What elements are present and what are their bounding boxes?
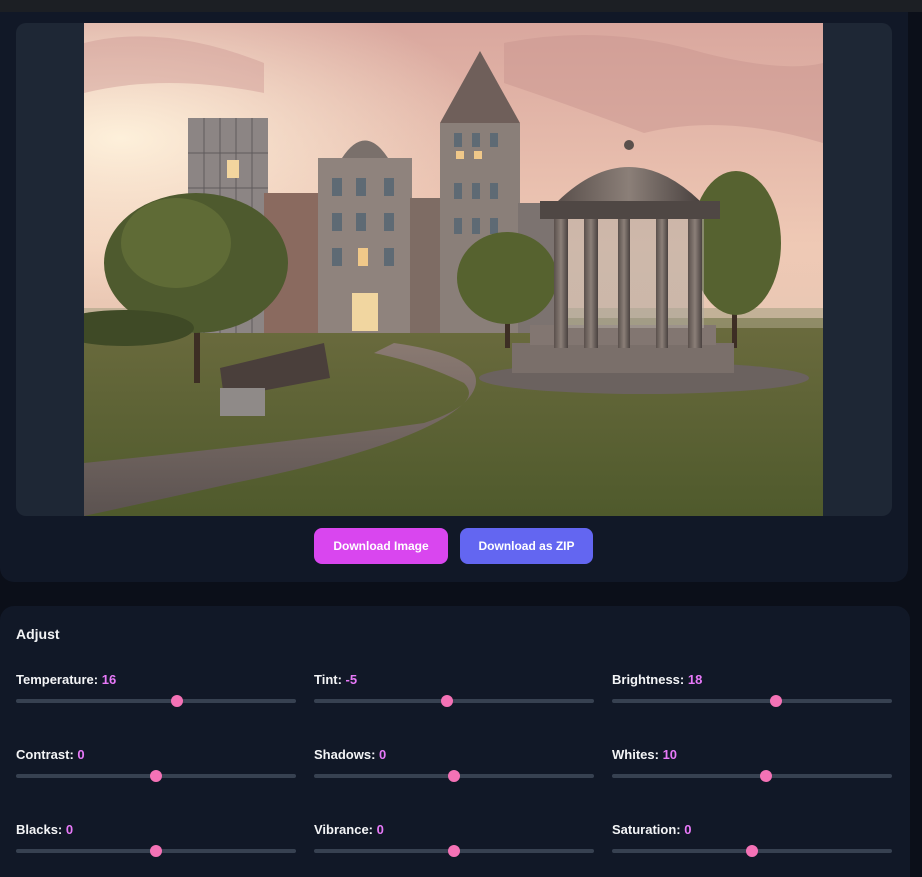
contrast-label: Contrast: 0 xyxy=(16,747,85,762)
shadows-value: 0 xyxy=(379,747,387,762)
contrast-control: Contrast: 0 xyxy=(16,747,296,797)
generated-image xyxy=(84,23,823,516)
saturation-slider-track[interactable] xyxy=(612,845,892,857)
whites-value: 10 xyxy=(662,747,678,762)
vibrance-control: Vibrance: 0 xyxy=(314,822,594,872)
vibrance-value: 0 xyxy=(376,822,384,837)
brightness-label: Brightness: 18 xyxy=(612,672,703,687)
saturation-label: Saturation: 0 xyxy=(612,822,692,837)
whites-control: Whites: 10 xyxy=(612,747,892,797)
temperature-value: 16 xyxy=(101,672,117,687)
top-strip xyxy=(0,0,922,12)
download-image-button[interactable]: Download Image xyxy=(314,528,448,564)
tint-label: Tint: -5 xyxy=(314,672,358,687)
shadows-label: Shadows: 0 xyxy=(314,747,387,762)
contrast-slider-thumb[interactable] xyxy=(150,770,162,782)
brightness-value: 18 xyxy=(687,672,703,687)
shadows-control: Shadows: 0 xyxy=(314,747,594,797)
image-preview-frame xyxy=(16,23,892,516)
blacks-control: Blacks: 0 xyxy=(16,822,296,872)
saturation-slider-thumb[interactable] xyxy=(746,845,758,857)
saturation-value: 0 xyxy=(684,822,692,837)
blacks-value: 0 xyxy=(65,822,74,837)
shadows-slider-track[interactable] xyxy=(314,770,594,782)
blacks-slider-thumb[interactable] xyxy=(150,845,162,857)
image-panel: Download Image Download as ZIP xyxy=(0,12,908,582)
brightness-slider-track[interactable] xyxy=(612,695,892,707)
temperature-control: Temperature: 16 xyxy=(16,672,296,722)
vibrance-slider-thumb[interactable] xyxy=(448,845,460,857)
temperature-label: Temperature: 16 xyxy=(16,672,117,687)
temperature-slider-thumb[interactable] xyxy=(171,695,183,707)
whites-slider-track[interactable] xyxy=(612,770,892,782)
adjust-title: Adjust xyxy=(16,626,60,642)
brightness-slider-thumb[interactable] xyxy=(769,695,782,707)
saturation-control: Saturation: 0 xyxy=(612,822,892,872)
vibrance-label: Vibrance: 0 xyxy=(314,822,384,837)
shadows-slider-thumb[interactable] xyxy=(448,770,460,782)
download-zip-button[interactable]: Download as ZIP xyxy=(460,528,593,564)
contrast-slider-track[interactable] xyxy=(16,770,296,782)
blacks-label: Blacks: 0 xyxy=(16,822,74,837)
blacks-slider-track[interactable] xyxy=(16,845,296,857)
download-actions: Download Image Download as ZIP xyxy=(0,528,908,564)
tint-slider-thumb[interactable] xyxy=(441,695,453,707)
whites-slider-thumb[interactable] xyxy=(760,770,772,782)
whites-label: Whites: 10 xyxy=(612,747,678,762)
vibrance-slider-track[interactable] xyxy=(314,845,594,857)
tint-slider-track[interactable] xyxy=(314,695,594,707)
adjust-panel: Adjust Temperature: 16 Tint: -5 Brightne… xyxy=(0,606,910,877)
tint-value: -5 xyxy=(345,672,358,687)
brightness-control: Brightness: 18 xyxy=(612,672,892,722)
tint-control: Tint: -5 xyxy=(314,672,594,722)
contrast-value: 0 xyxy=(77,747,85,762)
temperature-slider-track[interactable] xyxy=(16,695,296,707)
